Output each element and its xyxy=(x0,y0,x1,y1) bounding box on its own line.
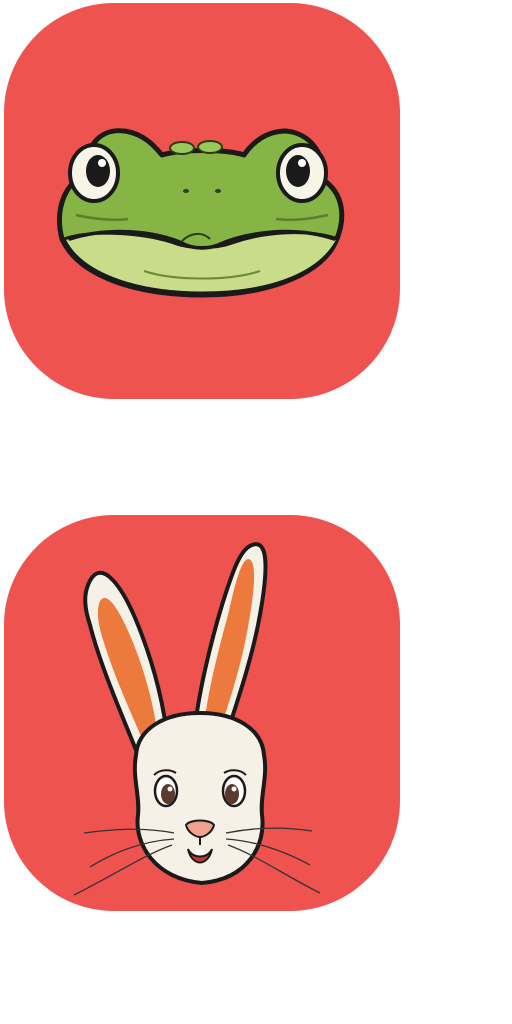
rabbit-app-icon[interactable] xyxy=(4,515,400,911)
icon-canvas xyxy=(0,0,512,1024)
frog-bump-left xyxy=(169,141,195,155)
frog-icon xyxy=(4,3,400,399)
frog-bump-right xyxy=(197,140,223,154)
frog-nostril-right xyxy=(215,189,221,193)
frog-app-icon[interactable] xyxy=(4,3,400,399)
rabbit-teeth xyxy=(196,849,204,855)
frog-nostril-left xyxy=(183,189,189,193)
frog-right-eye xyxy=(276,143,328,203)
rabbit-icon xyxy=(4,515,400,911)
frog-left-eye xyxy=(68,143,120,203)
